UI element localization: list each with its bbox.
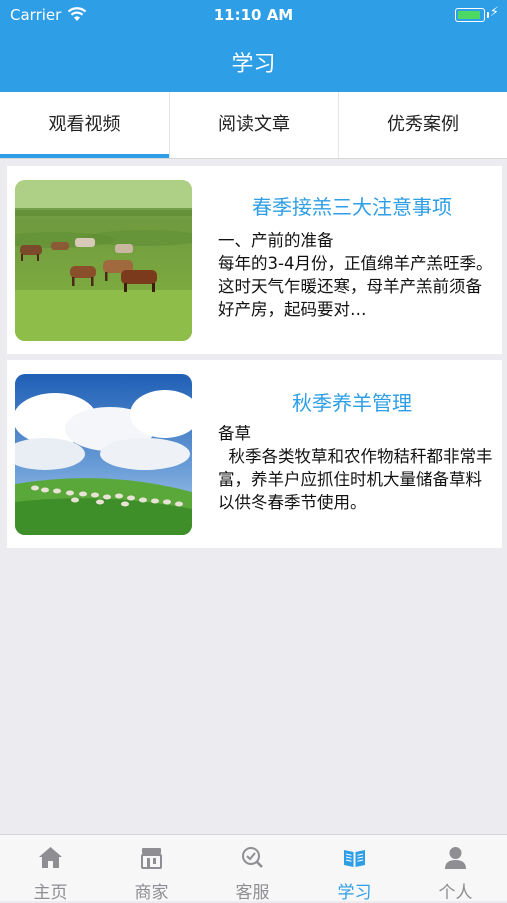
article-excerpt-text: 秋季各类牧草和农作物秸秆都非常丰富，养羊户应抓住时机大量储备草料以供冬春季节使用… xyxy=(218,447,493,512)
article-excerpt-heading: 一、产前的准备 xyxy=(218,231,334,250)
top-bar: Carrier 11:10 AM ⚡ 学习 xyxy=(0,0,507,92)
tab-selected-indicator xyxy=(0,154,169,158)
tab-read-articles[interactable]: 阅读文章 xyxy=(169,92,338,158)
article-excerpt: 备草 秋季各类牧草和农作物秸秆都非常丰富，养羊户应抓住时机大量储备草料以供冬春季… xyxy=(218,422,494,514)
tabbar-label: 主页 xyxy=(33,883,68,903)
home-icon xyxy=(37,845,64,870)
segment-tabs: 观看视频 阅读文章 优秀案例 xyxy=(0,92,507,159)
tabbar-label: 客服 xyxy=(235,883,270,903)
article-title: 春季接羔三大注意事项 xyxy=(252,195,452,219)
charging-bolt-icon: ⚡ xyxy=(489,5,499,20)
battery-level xyxy=(458,11,480,19)
tabbar-item-learn[interactable]: 学习 xyxy=(304,835,405,903)
article-excerpt: 一、产前的准备 每年的3-4月份，正值绵羊产羔旺季。这时天气乍暖还寒，母羊产羔前… xyxy=(218,229,494,321)
store-icon xyxy=(138,845,165,870)
battery-nub xyxy=(487,12,489,18)
book-icon xyxy=(341,845,368,870)
article-excerpt-heading: 备草 xyxy=(218,424,251,443)
article-thumbnail-cows xyxy=(15,180,192,341)
page-title: 学习 xyxy=(231,52,276,77)
tabbar-item-home[interactable]: 主页 xyxy=(0,835,101,903)
tabbar-label: 商家 xyxy=(134,883,169,903)
tab-excellent-cases[interactable]: 优秀案例 xyxy=(338,92,507,158)
tabbar-item-store[interactable]: 商家 xyxy=(101,835,202,903)
article-thumbnail-sheep xyxy=(15,374,192,535)
tabbar-item-service[interactable]: 客服 xyxy=(202,835,303,903)
status-time: 11:10 AM xyxy=(213,6,294,24)
bottom-tab-bar: 主页 商家 客服 学习 个人 xyxy=(0,834,507,903)
article-title: 秋季养羊管理 xyxy=(292,391,412,415)
article-card[interactable]: 秋季养羊管理 备草 秋季各类牧草和农作物秸秆都非常丰富，养羊户应抓住时机大量储备… xyxy=(7,360,502,548)
tabbar-label: 个人 xyxy=(438,883,473,903)
article-card[interactable]: 春季接羔三大注意事项 一、产前的准备 每年的3-4月份，正值绵羊产羔旺季。这时天… xyxy=(7,166,502,354)
article-excerpt-text: 每年的3-4月份，正值绵羊产羔旺季。这时天气乍暖还寒，母羊产羔前须备好产房，起码… xyxy=(218,254,493,319)
tab-watch-video[interactable]: 观看视频 xyxy=(0,92,169,158)
tabbar-label: 学习 xyxy=(337,883,372,903)
battery-icon xyxy=(455,8,489,22)
person-icon xyxy=(442,845,469,870)
status-bar: Carrier 11:10 AM ⚡ xyxy=(0,0,507,30)
service-icon xyxy=(239,845,266,870)
tabbar-item-profile[interactable]: 个人 xyxy=(405,835,506,903)
